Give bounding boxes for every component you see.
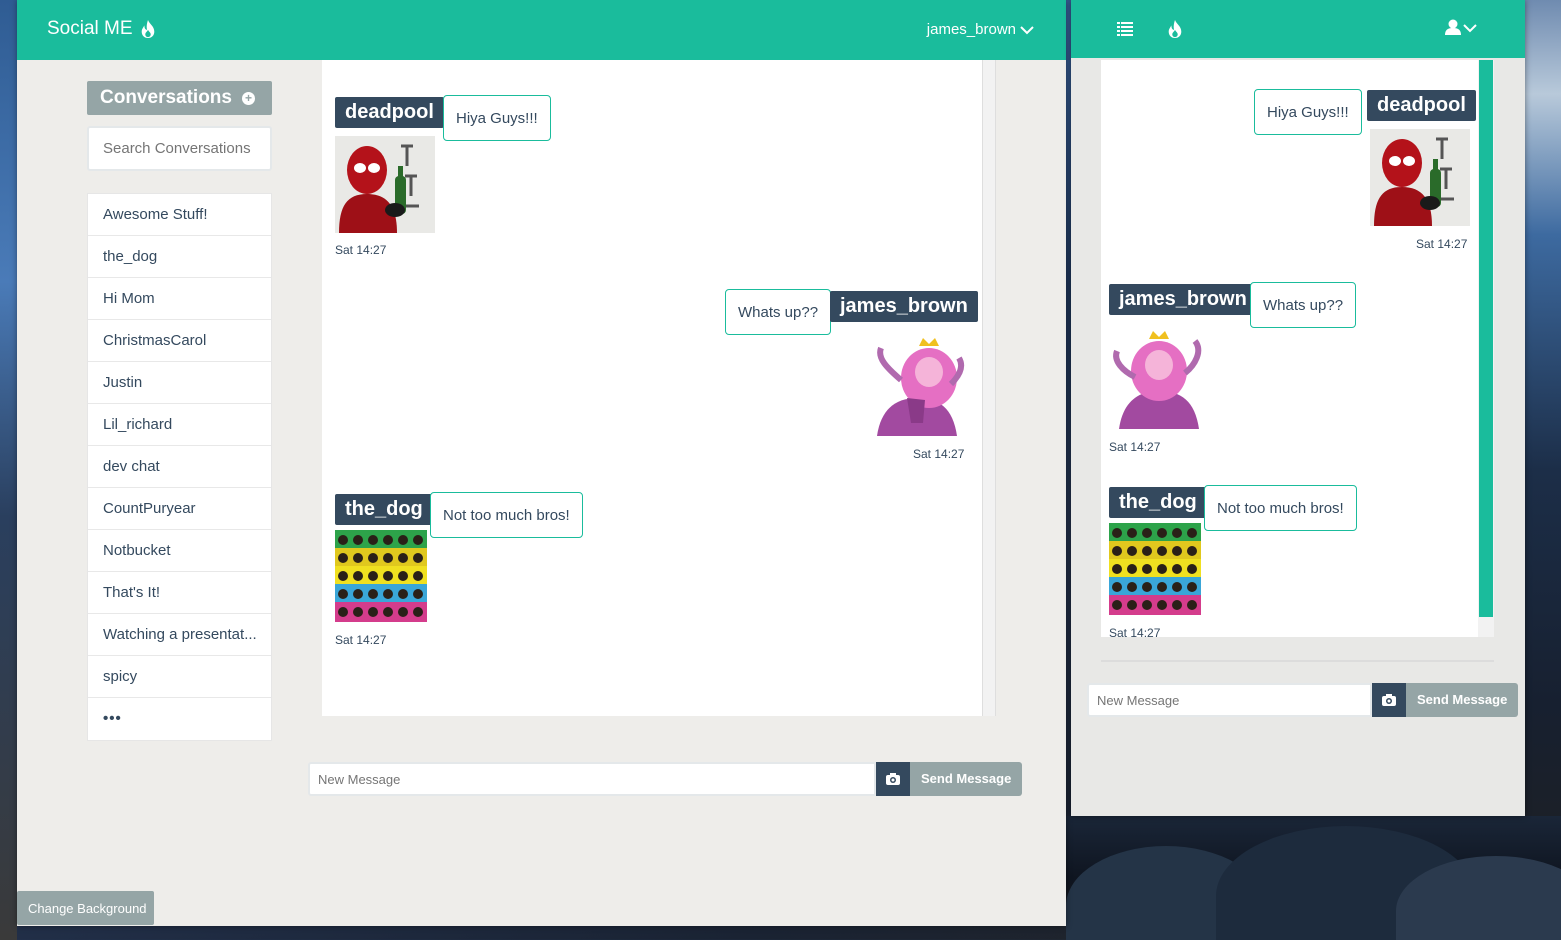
conversation-item[interactable]: Lil_richard <box>88 404 271 446</box>
scrollbar-thumb[interactable] <box>1479 60 1493 617</box>
more-conversations[interactable]: ••• <box>88 698 271 740</box>
message-timestamp: Sat 14:27 <box>335 243 387 257</box>
message-bubble: Whats up?? <box>1250 282 1357 328</box>
add-conversation-icon[interactable]: + <box>241 91 255 105</box>
new-message-input[interactable] <box>308 762 876 796</box>
conversation-item[interactable]: Notbucket <box>88 530 271 572</box>
user-menu-icon[interactable] <box>1445 19 1477 37</box>
message-timestamp: Sat 14:27 <box>335 633 387 647</box>
conversation-item[interactable]: Awesome Stuff! <box>88 194 271 236</box>
message-username: deadpool <box>335 97 444 128</box>
top-navbar: Social ME james_brown <box>17 0 1066 60</box>
mobile-chat-scrollbar[interactable] <box>1478 60 1494 637</box>
chat-panel: deadpool Hiya Guys!!! Sat 14:27 Whats up… <box>322 60 982 716</box>
message-username: the_dog <box>335 494 433 525</box>
chat-scrollbar[interactable] <box>982 60 996 716</box>
send-message-button[interactable]: Send Message <box>1406 683 1519 717</box>
album-collage-avatar <box>1109 523 1201 615</box>
camera-icon <box>886 773 900 785</box>
mobile-chat-panel: Hiya Guys!!! deadpool Sat 14:27 james_br… <box>1101 60 1478 637</box>
conversation-item[interactable]: ChristmasCarol <box>88 320 271 362</box>
conversation-item[interactable]: Hi Mom <box>88 278 271 320</box>
message-bubble: Not too much bros! <box>430 492 583 538</box>
message-username: deadpool <box>1367 90 1476 121</box>
main-app-window: Social ME james_brown Conversations + Aw… <box>17 0 1066 926</box>
mobile-navbar <box>1071 0 1525 58</box>
conversation-item[interactable]: dev chat <box>88 446 271 488</box>
message-bubble: Not too much bros! <box>1204 485 1357 531</box>
message-bubble: Hiya Guys!!! <box>1254 89 1362 135</box>
conversations-title: Conversations <box>100 87 232 108</box>
flame-icon[interactable] <box>1166 19 1184 39</box>
conversation-item[interactable]: CountPuryear <box>88 488 271 530</box>
message-timestamp: Sat 14:27 <box>1109 440 1161 454</box>
mobile-message-composer: Send Message <box>1087 683 1519 717</box>
search-conversations-input[interactable] <box>87 126 272 171</box>
desktop-background-right <box>1525 0 1561 940</box>
conversation-item[interactable]: Justin <box>88 362 271 404</box>
message-username: the_dog <box>1109 487 1207 518</box>
message-timestamp: Sat 14:27 <box>913 447 965 461</box>
conversation-item[interactable]: the_dog <box>88 236 271 278</box>
desktop-background-left <box>0 0 17 940</box>
message-username: james_brown <box>830 291 978 322</box>
send-message-button[interactable]: Send Message <box>910 762 1023 796</box>
conversation-item[interactable]: spicy <box>88 656 271 698</box>
deadpool-avatar <box>1370 129 1470 226</box>
chevron-down-icon <box>1020 25 1034 34</box>
change-background-button[interactable]: Change Background <box>17 891 154 925</box>
username-label: james_brown <box>926 21 1016 38</box>
conversations-header[interactable]: Conversations + <box>87 81 272 115</box>
divider <box>1101 660 1494 662</box>
message-timestamp: Sat 14:27 <box>1416 237 1468 251</box>
message-timestamp: Sat 14:27 <box>1109 626 1161 637</box>
list-icon[interactable] <box>1117 22 1133 36</box>
user-dropdown[interactable]: james_brown <box>927 21 1034 38</box>
message-bubble: Hiya Guys!!! <box>443 95 551 141</box>
flame-icon <box>141 20 154 38</box>
brand-link[interactable]: Social ME <box>47 18 157 40</box>
conversation-item[interactable]: That's It! <box>88 572 271 614</box>
mobile-app-window: Hiya Guys!!! deadpool Sat 14:27 james_br… <box>1071 0 1525 816</box>
attach-photo-button[interactable] <box>876 762 910 796</box>
princess-bubblegum-avatar <box>1109 321 1209 429</box>
camera-icon <box>1382 694 1396 706</box>
message-composer: Send Message <box>308 762 1023 796</box>
conversation-list: Awesome Stuff! the_dog Hi Mom ChristmasC… <box>87 193 272 741</box>
conversation-item[interactable]: Watching a presentat... <box>88 614 271 656</box>
new-message-input[interactable] <box>1087 683 1372 717</box>
message-bubble: Whats up?? <box>725 289 832 335</box>
album-collage-avatar <box>335 530 427 622</box>
deadpool-avatar <box>335 136 435 233</box>
message-username: james_brown <box>1109 284 1257 315</box>
princess-bubblegum-avatar <box>867 328 967 436</box>
brand-name: Social ME <box>47 18 133 39</box>
desktop-background-bottom <box>1066 816 1561 940</box>
attach-photo-button[interactable] <box>1372 683 1406 717</box>
